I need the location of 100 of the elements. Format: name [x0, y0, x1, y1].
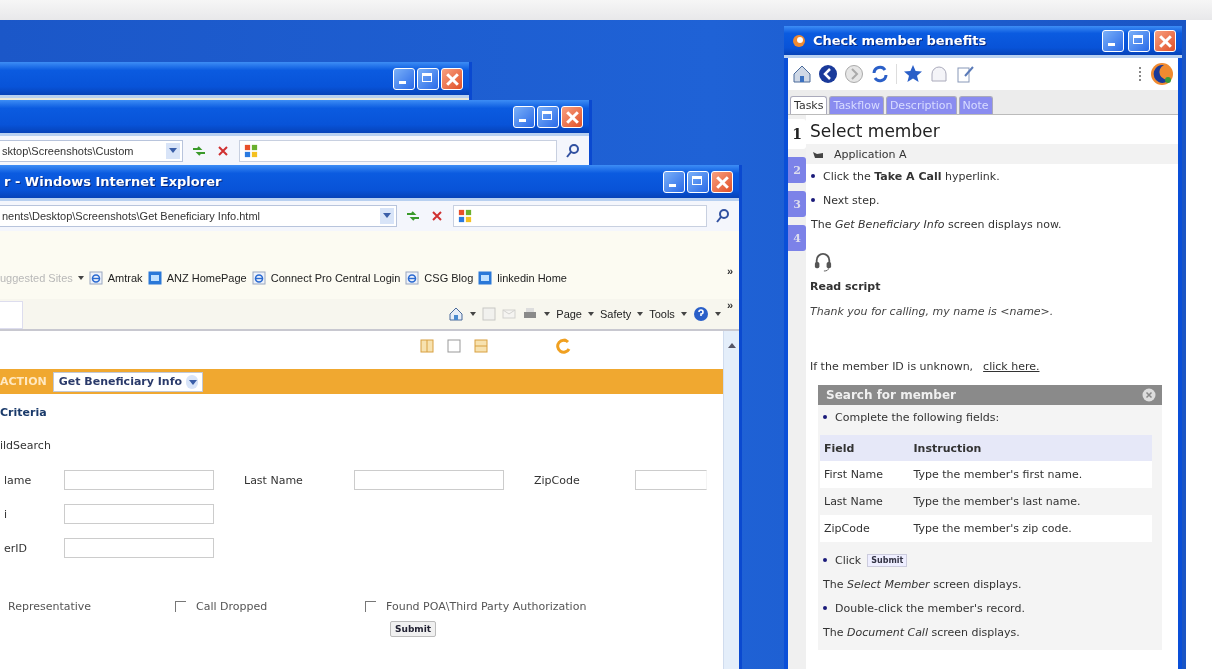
submit-button[interactable]: Submit — [867, 553, 908, 567]
overflow-chevron[interactable]: » — [726, 299, 733, 311]
table-cell: Last Name — [820, 488, 910, 515]
input-field[interactable] — [64, 470, 214, 490]
bullet-icon — [823, 558, 827, 562]
instruction-text: Click the Take A Call hyperlink. — [823, 169, 1000, 183]
input-field[interactable] — [354, 470, 504, 490]
column-header: Field — [820, 435, 910, 461]
instruction-text: If the member ID is unknown, — [810, 360, 974, 373]
tile-icon — [478, 271, 493, 285]
close-button[interactable] — [1154, 29, 1176, 52]
address-field[interactable]: sktop\Screenshots\Custom — [0, 140, 183, 162]
search-field[interactable] — [239, 140, 557, 162]
subsection-label: ildSearch — [0, 439, 52, 452]
page-e-icon — [88, 271, 103, 285]
search-field[interactable] — [453, 205, 707, 227]
scrollbar[interactable] — [723, 331, 739, 669]
table-cell: ZipCode — [820, 515, 910, 542]
field-label: lame — [3, 473, 33, 487]
close-icon[interactable] — [1142, 388, 1156, 402]
flag-icon — [458, 209, 472, 223]
table-cell: Type the member's zip code. — [909, 515, 1152, 542]
close-button[interactable] — [561, 105, 583, 128]
headset-icon — [814, 252, 832, 272]
option-label: Call Dropped — [196, 600, 268, 613]
table-cell: First Name — [820, 461, 910, 488]
favorites-link[interactable]: ANZ HomePage — [166, 272, 247, 284]
field-label: Last Name — [243, 473, 304, 487]
option-label: Found POA\Third Party Authorization — [386, 600, 587, 613]
command-menu[interactable]: Tools — [649, 308, 675, 320]
step-heading: Select member — [809, 120, 941, 141]
click-here-link[interactable]: click here. — [983, 360, 1040, 373]
refresh-icon[interactable] — [870, 64, 890, 84]
overflow-chevron[interactable]: » — [726, 265, 733, 277]
home-icon[interactable] — [792, 64, 812, 84]
field-label: erID — [3, 541, 28, 555]
help-icon[interactable] — [692, 306, 709, 322]
command-menu[interactable]: Safety — [600, 308, 632, 320]
step-tab[interactable]: 1 — [788, 119, 806, 149]
star-icon[interactable] — [903, 64, 923, 84]
action-select[interactable]: Get Beneficiary Info — [52, 371, 204, 392]
application-name: Application A — [834, 147, 907, 161]
command-menu[interactable]: Page — [556, 308, 582, 320]
section-title: Criteria — [0, 406, 48, 419]
tab[interactable]: Tasks — [790, 96, 828, 114]
minimize-button[interactable] — [663, 170, 685, 193]
instruction-text: Next step. — [823, 193, 880, 207]
instruction-text: The Select Member screen displays. — [823, 577, 1022, 591]
field-label: i — [3, 507, 9, 521]
minimize-button[interactable] — [393, 67, 415, 90]
app-logo-icon — [792, 33, 806, 48]
field-label: ZipCode — [533, 473, 581, 487]
action-label: ACTION — [0, 375, 47, 388]
home-icon[interactable] — [448, 306, 465, 322]
input-field[interactable] — [635, 470, 707, 490]
search-icon[interactable] — [715, 208, 731, 224]
bullet-icon — [823, 415, 827, 419]
maximize-button[interactable] — [537, 105, 559, 128]
back-icon[interactable] — [818, 64, 838, 84]
bullet-icon — [811, 174, 815, 178]
script-text: Thank you for calling, my name is <name>. — [809, 305, 1055, 318]
app-logo-icon[interactable] — [1150, 62, 1174, 86]
grip-handle[interactable] — [1139, 67, 1144, 81]
minimize-button[interactable] — [513, 105, 535, 128]
table-cell: Type the member's last name. — [909, 488, 1152, 515]
submit-button[interactable]: Submit — [390, 621, 437, 637]
window-title: r - Windows Internet Explorer — [4, 174, 222, 189]
close-button[interactable] — [441, 67, 463, 90]
tab-strip — [0, 301, 23, 329]
input-field[interactable] — [64, 504, 214, 524]
option-label: Representative — [8, 600, 92, 613]
window-title: Check member benefits — [813, 33, 987, 48]
favorites-link[interactable]: linkedin Home — [497, 272, 567, 284]
maximize-button[interactable] — [1128, 29, 1150, 52]
favorites-link[interactable]: Connect Pro Central Login — [270, 272, 401, 284]
tile-icon — [147, 271, 162, 285]
instruction-text: The Document Call screen displays. — [823, 625, 1020, 639]
instruction-text: Complete the following fields: — [835, 410, 1000, 424]
favorites-link[interactable]: Amtrak — [107, 272, 143, 284]
input-field[interactable] — [64, 538, 214, 558]
forward-icon[interactable] — [844, 64, 864, 84]
card-title: Search for member — [826, 388, 956, 402]
maximize-button[interactable] — [687, 170, 709, 193]
bullet-icon — [823, 606, 827, 610]
maximize-button[interactable] — [417, 67, 439, 90]
instruction-text: The Get Beneficiary Info screen displays now. — [811, 217, 1062, 231]
minimize-button[interactable] — [1102, 29, 1124, 52]
bullet-icon — [811, 198, 815, 202]
search-icon[interactable] — [565, 143, 581, 159]
favorites-link[interactable]: CSG Blog — [424, 272, 474, 284]
note-edit-icon[interactable] — [955, 64, 975, 84]
script-title: Read script — [809, 280, 882, 293]
close-button[interactable] — [711, 170, 733, 193]
instruction-text: Click — [835, 553, 862, 567]
table-cell: Type the member's first name. — [909, 461, 1152, 488]
instruction-text: Double-click the member's record. — [835, 601, 1025, 615]
page-e-icon — [405, 271, 420, 285]
page-e-icon — [251, 271, 266, 285]
flag-icon — [244, 144, 258, 158]
address-field[interactable]: nents\Desktop\Screenshots\Get Beneficiary Info.html — [0, 205, 397, 227]
